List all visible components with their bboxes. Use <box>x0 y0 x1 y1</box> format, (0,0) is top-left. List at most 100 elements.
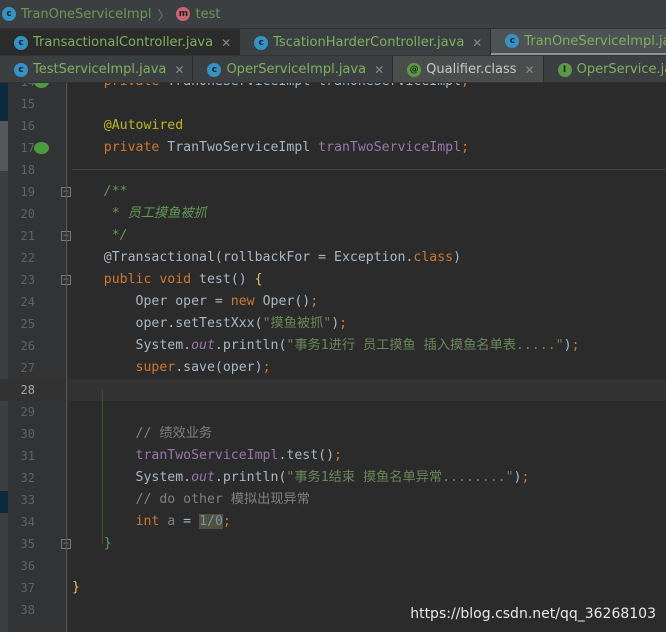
line-number[interactable]: 35 <box>8 533 35 555</box>
code-line[interactable]: 35− } <box>0 533 666 555</box>
line-number[interactable]: 30 <box>8 423 35 445</box>
code-text: super.save(oper); <box>72 357 271 379</box>
code-token: { <box>254 272 263 287</box>
line-number[interactable]: 32 <box>8 467 35 489</box>
code-token: ; <box>521 470 530 485</box>
close-tab-icon[interactable]: ✕ <box>174 63 184 77</box>
code-line[interactable]: 28 <box>0 379 666 401</box>
code-token: ; <box>461 83 469 89</box>
code-line[interactable]: 33 // do other 模拟出现异常 <box>0 489 666 511</box>
line-number[interactable]: 25 <box>8 313 35 335</box>
tab-label: TransactionalController.java <box>33 35 214 50</box>
line-number[interactable]: 20 <box>8 203 35 225</box>
code-text: Oper oper = new Oper(); <box>72 291 319 313</box>
line-number[interactable]: 26 <box>8 335 35 357</box>
breadcrumb-method[interactable]: test <box>195 7 220 22</box>
line-number[interactable]: 23 <box>8 269 35 291</box>
line-number[interactable]: 27 <box>8 357 35 379</box>
code-line[interactable]: 27 super.save(oper); <box>0 357 666 379</box>
line-number[interactable]: 21 <box>8 225 35 247</box>
code-line[interactable]: 37} <box>0 577 666 599</box>
code-text: @Transactional(rollbackFor = Exception.c… <box>72 247 461 269</box>
line-number[interactable]: 31 <box>8 445 35 467</box>
tab-transactionalcontroller-java[interactable]: c TransactionalController.java ✕ <box>0 29 241 55</box>
code-token: ; <box>571 338 580 353</box>
code-token: * 员工摸鱼被抓 <box>72 206 207 221</box>
code-line[interactable]: 32 System.out.println("事务1结束 摸鱼名单异常.....… <box>0 467 666 489</box>
close-tab-icon[interactable]: ✕ <box>472 36 482 50</box>
tab-label: TestServiceImpl.java <box>33 62 167 77</box>
code-line[interactable]: 18 <box>0 159 666 181</box>
code-token: ) <box>331 316 340 331</box>
line-number[interactable]: 18 <box>8 159 35 181</box>
close-tab-icon[interactable]: ✕ <box>374 63 384 77</box>
code-line[interactable]: 22 @Transactional(rollbackFor = Exceptio… <box>0 247 666 269</box>
line-number[interactable]: 15 <box>8 93 35 115</box>
code-editor[interactable]: 14 private TranOneServiceImpl tranOneSer… <box>0 83 666 632</box>
code-token: (rollbackFor = Exception. <box>214 250 414 265</box>
tab-tranoneserviceimpl-java[interactable]: cTranOneServiceImpl.java✕ <box>491 29 666 55</box>
breadcrumb-class[interactable]: TranOneServiceImpl <box>21 7 151 22</box>
watermark: https://blog.csdn.net/qq_36268103 <box>410 606 656 622</box>
breadcrumb-separator-icon: 〉 <box>157 8 171 24</box>
code-line[interactable]: 25 oper.setTestXxx("摸鱼被抓"); <box>0 313 666 335</box>
line-number[interactable]: 16 <box>8 115 35 137</box>
tab-label: TranOneServiceImpl.java <box>524 33 666 49</box>
close-tab-icon[interactable]: ✕ <box>221 36 231 50</box>
code-token: 1/0 <box>199 514 223 529</box>
code-line[interactable]: 36 <box>0 555 666 577</box>
tab-operservice-java[interactable]: IOperService.java✕ <box>544 56 666 82</box>
tab-qualifier-class[interactable]: @ Qualifier.class ✕ <box>393 56 544 82</box>
close-tab-icon[interactable]: ✕ <box>525 63 535 77</box>
class-icon: c <box>2 7 16 21</box>
code-line[interactable]: 34 int a = 1/0; <box>0 511 666 533</box>
code-token: oper.setTestXxx( <box>72 316 263 331</box>
implementation-icon[interactable] <box>34 142 49 154</box>
code-token: () <box>230 272 255 287</box>
code-token: ) <box>563 338 572 353</box>
code-line[interactable]: 21− */ <box>0 225 666 247</box>
annotation-icon: @ <box>407 62 422 77</box>
line-number[interactable]: 17 <box>8 137 35 159</box>
line-number[interactable]: 34 <box>8 511 35 533</box>
code-line[interactable]: 19− /** <box>0 181 666 203</box>
code-line[interactable]: 23− public void test() { <box>0 269 666 291</box>
class-icon: c <box>207 62 222 77</box>
implementation-icon[interactable] <box>34 83 49 88</box>
code-token: .save(oper) <box>175 360 263 375</box>
line-number[interactable]: 14 <box>8 83 35 93</box>
code-text: */ <box>72 225 128 247</box>
line-number[interactable]: 22 <box>8 247 35 269</box>
tab-label: OperService.java <box>576 62 666 77</box>
code-line[interactable]: 24 Oper oper = new Oper(); <box>0 291 666 313</box>
line-number[interactable]: 37 <box>8 577 35 599</box>
code-token: ) <box>453 250 462 265</box>
line-number[interactable]: 38 <box>8 599 35 621</box>
code-token: out <box>191 338 215 353</box>
tab-tscationhardercontroller-java[interactable]: c TscationHarderController.java ✕ <box>240 29 492 55</box>
code-line[interactable]: 30 // 绩效业务 <box>0 423 666 445</box>
code-line[interactable]: 26 System.out.println("事务1进行 员工摸鱼 插入摸鱼名单… <box>0 335 666 357</box>
line-number[interactable]: 19 <box>8 181 35 203</box>
line-number[interactable]: 36 <box>8 555 35 577</box>
code-text: System.out.println("事务1结束 摸鱼名单异常........… <box>72 467 530 489</box>
tab-testserviceimpl-java[interactable]: c TestServiceImpl.java ✕ <box>0 56 194 82</box>
class-icon: c <box>14 62 28 77</box>
tab-operserviceimpl-java[interactable]: c OperServiceImpl.java ✕ <box>193 56 394 82</box>
line-number[interactable]: 29 <box>8 401 35 423</box>
code-line[interactable]: 29 <box>0 401 666 423</box>
line-number[interactable]: 28 <box>8 379 35 401</box>
code-line[interactable]: 17 private TranTwoServiceImpl tranTwoSer… <box>0 137 666 159</box>
code-token: TranOneServiceImpl tranOneServiceImpl <box>167 83 461 89</box>
code-line[interactable]: 20 * 员工摸鱼被抓 <box>0 203 666 225</box>
breadcrumb: c TranOneServiceImpl 〉 m test <box>0 0 666 29</box>
code-line[interactable]: 14 private TranOneServiceImpl tranOneSer… <box>0 83 666 93</box>
code-line[interactable]: 31 tranTwoServiceImpl.test(); <box>0 445 666 467</box>
code-text: } <box>72 577 80 599</box>
line-number[interactable]: 24 <box>8 291 35 313</box>
interface-icon: I <box>557 62 572 77</box>
line-number[interactable]: 33 <box>8 489 35 511</box>
tab-label: Qualifier.class <box>426 62 517 77</box>
code-line[interactable]: 16 @Autowired <box>0 115 666 137</box>
code-line[interactable]: 15 <box>0 93 666 115</box>
